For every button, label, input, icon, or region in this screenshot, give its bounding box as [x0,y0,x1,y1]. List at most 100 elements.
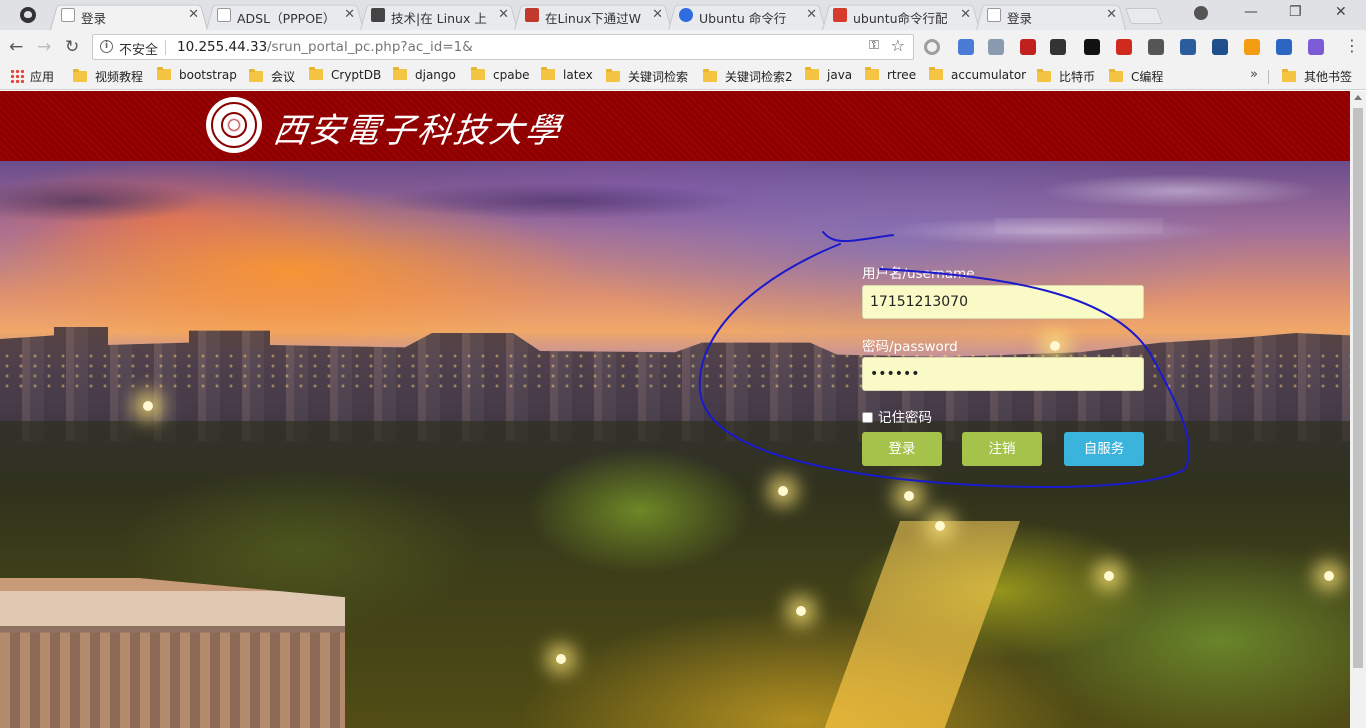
folder-icon [249,69,263,82]
url-host: 10.255.44.33 [177,39,268,55]
bookmark-label: 关键词检索2 [725,70,793,84]
folder-icon [157,67,171,80]
tab-linux-tech[interactable]: 技术|在 Linux 上 ✕ [360,2,518,30]
pdf-extension-icon[interactable] [1020,39,1036,55]
jb-extension-icon[interactable] [1084,39,1100,55]
bookmark-folder[interactable]: 会议 [249,68,295,85]
key-icon[interactable]: ⚿ [869,38,879,53]
tab-login-2[interactable]: 登录 ✕ [976,2,1126,30]
camera-extension-icon[interactable] [1180,39,1196,55]
folder-icon [929,67,943,80]
folder-icon [541,67,555,80]
new-tab-button[interactable] [1125,8,1163,24]
bookmark-folder[interactable]: C编程 [1109,68,1163,85]
close-tab-icon[interactable]: ✕ [960,7,971,22]
more-bookmarks-chevron-icon[interactable]: » [1250,67,1258,82]
folder-icon [805,67,819,80]
page-scrollbar[interactable] [1350,91,1366,728]
vee-extension-icon[interactable] [1308,39,1324,55]
news-extension-icon[interactable] [1276,39,1292,55]
close-tab-icon[interactable]: ✕ [498,7,509,22]
tab-login[interactable]: 登录 ✕ [50,2,208,30]
folder-icon [1037,69,1051,82]
folder-icon [1282,69,1296,82]
bookmark-label: bootstrap [179,68,237,82]
checkbox-icon[interactable] [862,412,873,423]
bookmark-folder[interactable]: django [393,67,456,82]
jb-site-icon [525,8,539,22]
tab-ubuntu-cmd[interactable]: Ubuntu 命令行 ✕ [668,2,826,30]
bookmark-folder[interactable]: cpabe [471,67,530,82]
password-input[interactable] [862,357,1144,391]
bookmark-folder[interactable]: 关键词检索 [606,68,688,85]
close-tab-icon[interactable]: ✕ [806,7,817,22]
tab-linux-w[interactable]: 在Linux下通过W ✕ [514,2,672,30]
csdn-icon [833,8,847,22]
maximize-button[interactable]: ❐ [1289,4,1302,20]
address-bar[interactable]: i 不安全 10.255.44.33 /srun_portal_pc.php?a… [92,34,914,60]
tab-title: ubuntu命令行配 [853,11,948,26]
bookmark-folder[interactable]: CryptDB [309,67,381,82]
tab-adsl[interactable]: ADSL（PPPOE） ✕ [206,2,364,30]
tab-title: 在Linux下通过W [545,11,642,26]
close-tab-icon[interactable]: ✕ [344,7,355,22]
bookmark-label: django [415,68,456,82]
folder-icon [393,67,407,80]
bookmark-folder[interactable]: latex [541,67,593,82]
info-icon[interactable]: i [100,40,113,53]
page-icon [61,8,75,22]
image-extension-icon[interactable] [988,39,1004,55]
bookmark-label: 应用 [30,70,55,84]
tab-title: 登录 [81,11,107,26]
bookmark-label: C编程 [1131,70,1164,84]
logout-button[interactable]: 注销 [962,432,1042,466]
glasses-extension-icon[interactable] [1050,39,1066,55]
bookmark-folder[interactable]: 比特币 [1037,68,1095,85]
folder-icon [865,67,879,80]
campus-background-photo: 用户名/username 密码/password 记住密码 登录 注销 自服务 [0,161,1350,728]
remember-password-label: 记住密码 [878,410,932,426]
acrobat-extension-icon[interactable] [1116,39,1132,55]
github-icon[interactable] [20,7,36,23]
bookmark-label: cpabe [493,68,530,82]
bookmark-folder[interactable]: java [805,67,852,82]
scroll-up-arrow-icon[interactable] [1354,95,1362,100]
account-icon[interactable] [1194,6,1208,20]
translate-extension-icon[interactable] [958,39,974,55]
close-tab-icon[interactable]: ✕ [652,7,663,22]
university-name: 西安電子科技大學 [270,111,565,151]
chart-extension-icon[interactable] [1212,39,1228,55]
scrollbar-thumb[interactable] [1353,108,1363,668]
password-label: 密码/password [862,339,958,355]
self-service-button[interactable]: 自服务 [1064,432,1144,466]
forward-icon[interactable]: → [37,35,51,59]
username-input[interactable] [862,285,1144,319]
feed-extension-icon[interactable] [1244,39,1260,55]
bookmark-folder[interactable]: rtree [865,67,916,82]
login-button[interactable]: 登录 [862,432,942,466]
reload-icon[interactable]: ↻ [65,35,79,59]
bookmark-star-icon[interactable]: ☆ [891,36,905,55]
circle-extension-icon[interactable] [924,39,940,55]
bookmark-label: 其他书签 [1304,70,1353,84]
close-window-button[interactable]: ✕ [1335,4,1347,20]
bookmark-label: 关键词检索 [628,70,689,84]
folder-icon [471,67,485,80]
bookmark-folder[interactable]: 视频教程 [73,68,143,85]
globe-extension-icon[interactable] [1148,39,1164,55]
minimize-button[interactable]: — [1244,4,1258,20]
tab-ubuntu-config[interactable]: ubuntu命令行配 ✕ [822,2,980,30]
back-icon[interactable]: ← [9,35,23,59]
bookmark-folder[interactable]: bootstrap [157,67,237,82]
bookmark-apps[interactable]: 应用 [10,68,54,85]
remember-password-checkbox[interactable]: 记住密码 [862,406,932,426]
close-tab-icon[interactable]: ✕ [1106,7,1117,22]
bookmark-folder[interactable]: 关键词检索2 [703,68,793,85]
menu-icon[interactable]: ⋮ [1344,38,1360,54]
bookmark-label: 会议 [271,70,296,84]
close-tab-icon[interactable]: ✕ [188,7,199,22]
bookmark-other[interactable]: 其他书签 [1282,68,1352,85]
folder-icon [606,69,620,82]
bookmarks-bar: 应用 视频教程 bootstrap 会议 CryptDB django cpabe late… [0,64,1366,90]
bookmark-folder[interactable]: accumulator [929,67,1026,82]
